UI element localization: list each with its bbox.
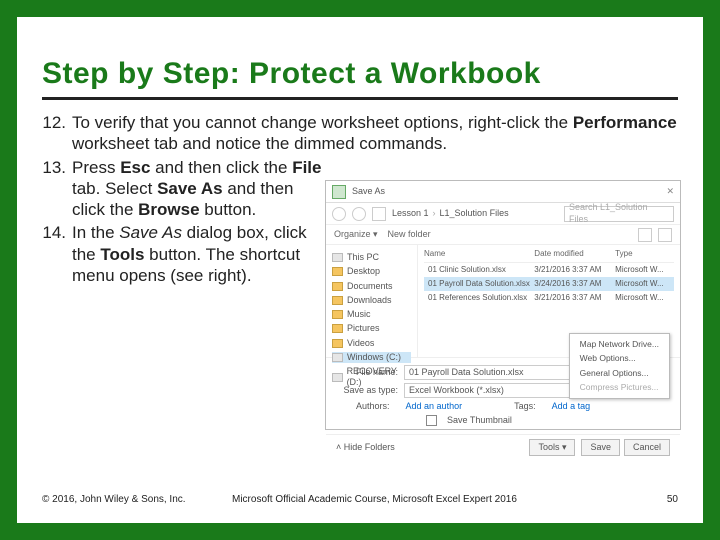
chevron-right-icon: › (433, 208, 436, 219)
slide-title: Step by Step: Protect a Workbook (42, 57, 678, 100)
menu-item[interactable]: Map Network Drive... (570, 337, 669, 352)
file-row[interactable]: 01 Payroll Data Solution.xlsx3/24/2016 3… (424, 277, 674, 291)
footer: © 2016, John Wiley & Sons, Inc. Microsof… (42, 494, 678, 505)
step-number: 12. (42, 112, 72, 155)
file-list-header: Name Date modified Type (424, 249, 674, 263)
folder-icon (332, 324, 343, 333)
new-folder-button[interactable]: New folder (388, 229, 431, 240)
tree-item[interactable]: Music (332, 309, 411, 320)
slide: Step by Step: Protect a Workbook 12. To … (17, 17, 703, 523)
step-text: To verify that you cannot change workshe… (72, 112, 678, 155)
folder-icon (332, 296, 343, 305)
breadcrumb[interactable]: Lesson 1 › L1_Solution Files (392, 208, 509, 219)
step-text: Press Esc and then click the File tab. S… (72, 157, 327, 221)
menu-item: Compress Pictures... (570, 380, 669, 395)
col-name[interactable]: Name (424, 249, 534, 259)
hide-folders-button[interactable]: ˄ Hide Folders (336, 442, 395, 453)
save-as-dialog: Save As ✕ Lesson 1 › L1_Solution Files S… (325, 180, 681, 430)
tree-item[interactable]: Downloads (332, 295, 411, 306)
col-date[interactable]: Date modified (534, 249, 615, 259)
nav-tree[interactable]: This PC Desktop Documents Downloads Music Pic… (326, 245, 418, 357)
col-type[interactable]: Type (615, 249, 674, 259)
content-area: 12. To verify that you cannot change wor… (42, 112, 678, 286)
tree-item[interactable]: This PC (332, 252, 411, 263)
dialog-toolbar: Organize ▾ New folder (326, 225, 680, 245)
footer-page: 50 (638, 494, 678, 505)
authors-input[interactable]: Add an author (406, 401, 463, 412)
step-text: In the Save As dialog box, click the Too… (72, 222, 327, 286)
tree-item[interactable]: Desktop (332, 266, 411, 277)
menu-item[interactable]: General Options... (570, 366, 669, 381)
drive-icon (332, 353, 343, 362)
step-number: 14. (42, 222, 72, 286)
tools-button[interactable]: Tools ▾ (529, 439, 575, 456)
folder-icon (332, 282, 343, 291)
organize-button[interactable]: Organize ▾ (334, 229, 378, 240)
drive-icon (332, 253, 343, 262)
excel-icon (332, 185, 346, 199)
nav-forward-icon[interactable] (352, 207, 366, 221)
save-thumbnail-checkbox[interactable] (426, 415, 437, 426)
nav-back-icon[interactable] (332, 207, 346, 221)
tree-item[interactable]: Windows (C:) (332, 352, 411, 363)
step-number: 13. (42, 157, 72, 221)
dialog-navbar: Lesson 1 › L1_Solution Files Search L1_S… (326, 203, 680, 225)
footer-copyright: © 2016, John Wiley & Sons, Inc. (42, 494, 202, 505)
filename-label: File name: (336, 367, 398, 378)
crumb-2: L1_Solution Files (440, 208, 509, 219)
file-row[interactable]: 01 Clinic Solution.xlsx3/21/2016 3:37 AM… (424, 263, 674, 277)
view-icon[interactable] (638, 228, 652, 242)
step-12: 12. To verify that you cannot change wor… (42, 112, 678, 155)
tags-input[interactable]: Add a tag (552, 401, 591, 412)
close-icon[interactable]: ✕ (666, 186, 674, 197)
dialog-title: Save As (352, 186, 385, 197)
authors-label: Authors: (356, 401, 390, 412)
dialog-titlebar: Save As ✕ (326, 181, 680, 203)
dialog-bottom: ˄ Hide Folders Tools ▾ Save Cancel (326, 434, 680, 460)
footer-course: Microsoft Official Academic Course, Micr… (202, 494, 638, 505)
tree-item[interactable]: Documents (332, 281, 411, 292)
file-row[interactable]: 01 References Solution.xlsx3/21/2016 3:3… (424, 291, 674, 305)
crumb-1: Lesson 1 (392, 208, 429, 219)
save-button[interactable]: Save (581, 439, 620, 456)
nav-up-icon[interactable] (372, 207, 386, 221)
tools-menu[interactable]: Map Network Drive...Web Options...Genera… (569, 333, 670, 400)
save-thumbnail-label: Save Thumbnail (447, 415, 512, 426)
tags-label: Tags: (514, 401, 536, 412)
menu-item[interactable]: Web Options... (570, 351, 669, 366)
folder-icon (332, 310, 343, 319)
folder-icon (332, 267, 343, 276)
help-icon[interactable] (658, 228, 672, 242)
cancel-button[interactable]: Cancel (624, 439, 670, 456)
search-input[interactable]: Search L1_Solution Files (564, 206, 674, 222)
folder-icon (332, 339, 343, 348)
savetype-label: Save as type: (336, 385, 398, 396)
tree-item[interactable]: Pictures (332, 323, 411, 334)
tree-item[interactable]: Videos (332, 338, 411, 349)
